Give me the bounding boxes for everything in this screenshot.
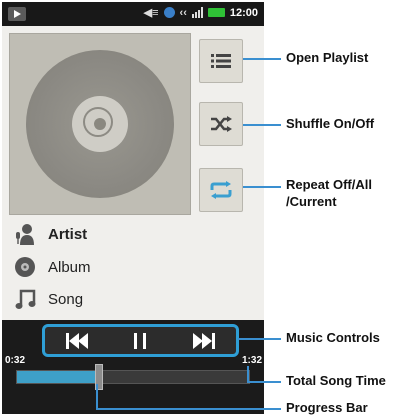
pause-icon — [134, 332, 147, 349]
shuffle-button[interactable] — [199, 102, 243, 146]
callout-shuffle: Shuffle On/Off — [286, 116, 375, 131]
music-note-icon — [15, 289, 36, 309]
music-player-screen: ◀≡ ‹‹ 12:00 Artist Album Song 0:32 1:32 — [2, 2, 264, 414]
callout-line-total — [247, 381, 281, 383]
song-name: Song — [48, 290, 84, 308]
shuffle-icon — [211, 116, 232, 132]
disc-icon — [15, 257, 35, 277]
repeat-icon — [210, 181, 232, 199]
total-time: 1:32 — [241, 355, 262, 366]
artist-row: Artist — [14, 223, 87, 245]
music-controls — [42, 324, 239, 357]
globe-icon — [163, 7, 175, 18]
playback-panel: 0:32 1:32 — [2, 320, 264, 414]
list-icon — [211, 54, 231, 68]
status-time: 12:00 — [229, 6, 258, 19]
signal-icon: ‹‹ — [179, 6, 187, 19]
signal-bars-icon — [191, 7, 203, 18]
callout-line-total-vert — [247, 366, 249, 382]
callout-line-playlist — [243, 58, 281, 60]
previous-button[interactable] — [57, 329, 97, 353]
pause-button[interactable] — [120, 329, 160, 353]
callout-line-repeat — [243, 186, 281, 188]
callout-line-progress-vert — [96, 384, 98, 409]
callout-repeat-line2: /Current — [286, 194, 337, 209]
skip-next-icon — [193, 332, 216, 349]
callout-progress-bar: Progress Bar — [286, 400, 368, 415]
callout-line-shuffle — [243, 124, 281, 126]
callout-open-playlist: Open Playlist — [286, 50, 369, 65]
callout-line-progress — [96, 408, 281, 410]
album-row: Album — [14, 256, 91, 278]
current-time: 0:32 — [5, 355, 26, 366]
repeat-button[interactable] — [199, 168, 243, 212]
artist-name: Artist — [48, 225, 88, 243]
person-mic-icon — [16, 224, 34, 245]
song-row: Song — [14, 288, 83, 310]
next-button[interactable] — [184, 329, 224, 353]
disc-placeholder-icon — [26, 50, 174, 198]
album-art — [9, 33, 191, 215]
callout-repeat-line1: Repeat Off/All — [286, 177, 372, 192]
album-name: Album — [48, 258, 91, 276]
status-bar: ◀≡ ‹‹ 12:00 — [2, 2, 264, 26]
callout-total-song-time: Total Song Time — [286, 373, 386, 388]
skip-previous-icon — [65, 332, 88, 349]
progress-fill — [17, 371, 99, 383]
callout-line-controls — [238, 338, 281, 340]
speaker-icon: ◀≡ — [143, 7, 159, 19]
open-playlist-button[interactable] — [199, 39, 243, 83]
callout-music-controls: Music Controls — [286, 330, 380, 345]
battery-icon — [207, 8, 225, 17]
play-notification-icon[interactable] — [8, 7, 26, 21]
status-icons: ◀≡ ‹‹ 12:00 — [143, 6, 258, 20]
progress-bar[interactable] — [16, 364, 250, 390]
